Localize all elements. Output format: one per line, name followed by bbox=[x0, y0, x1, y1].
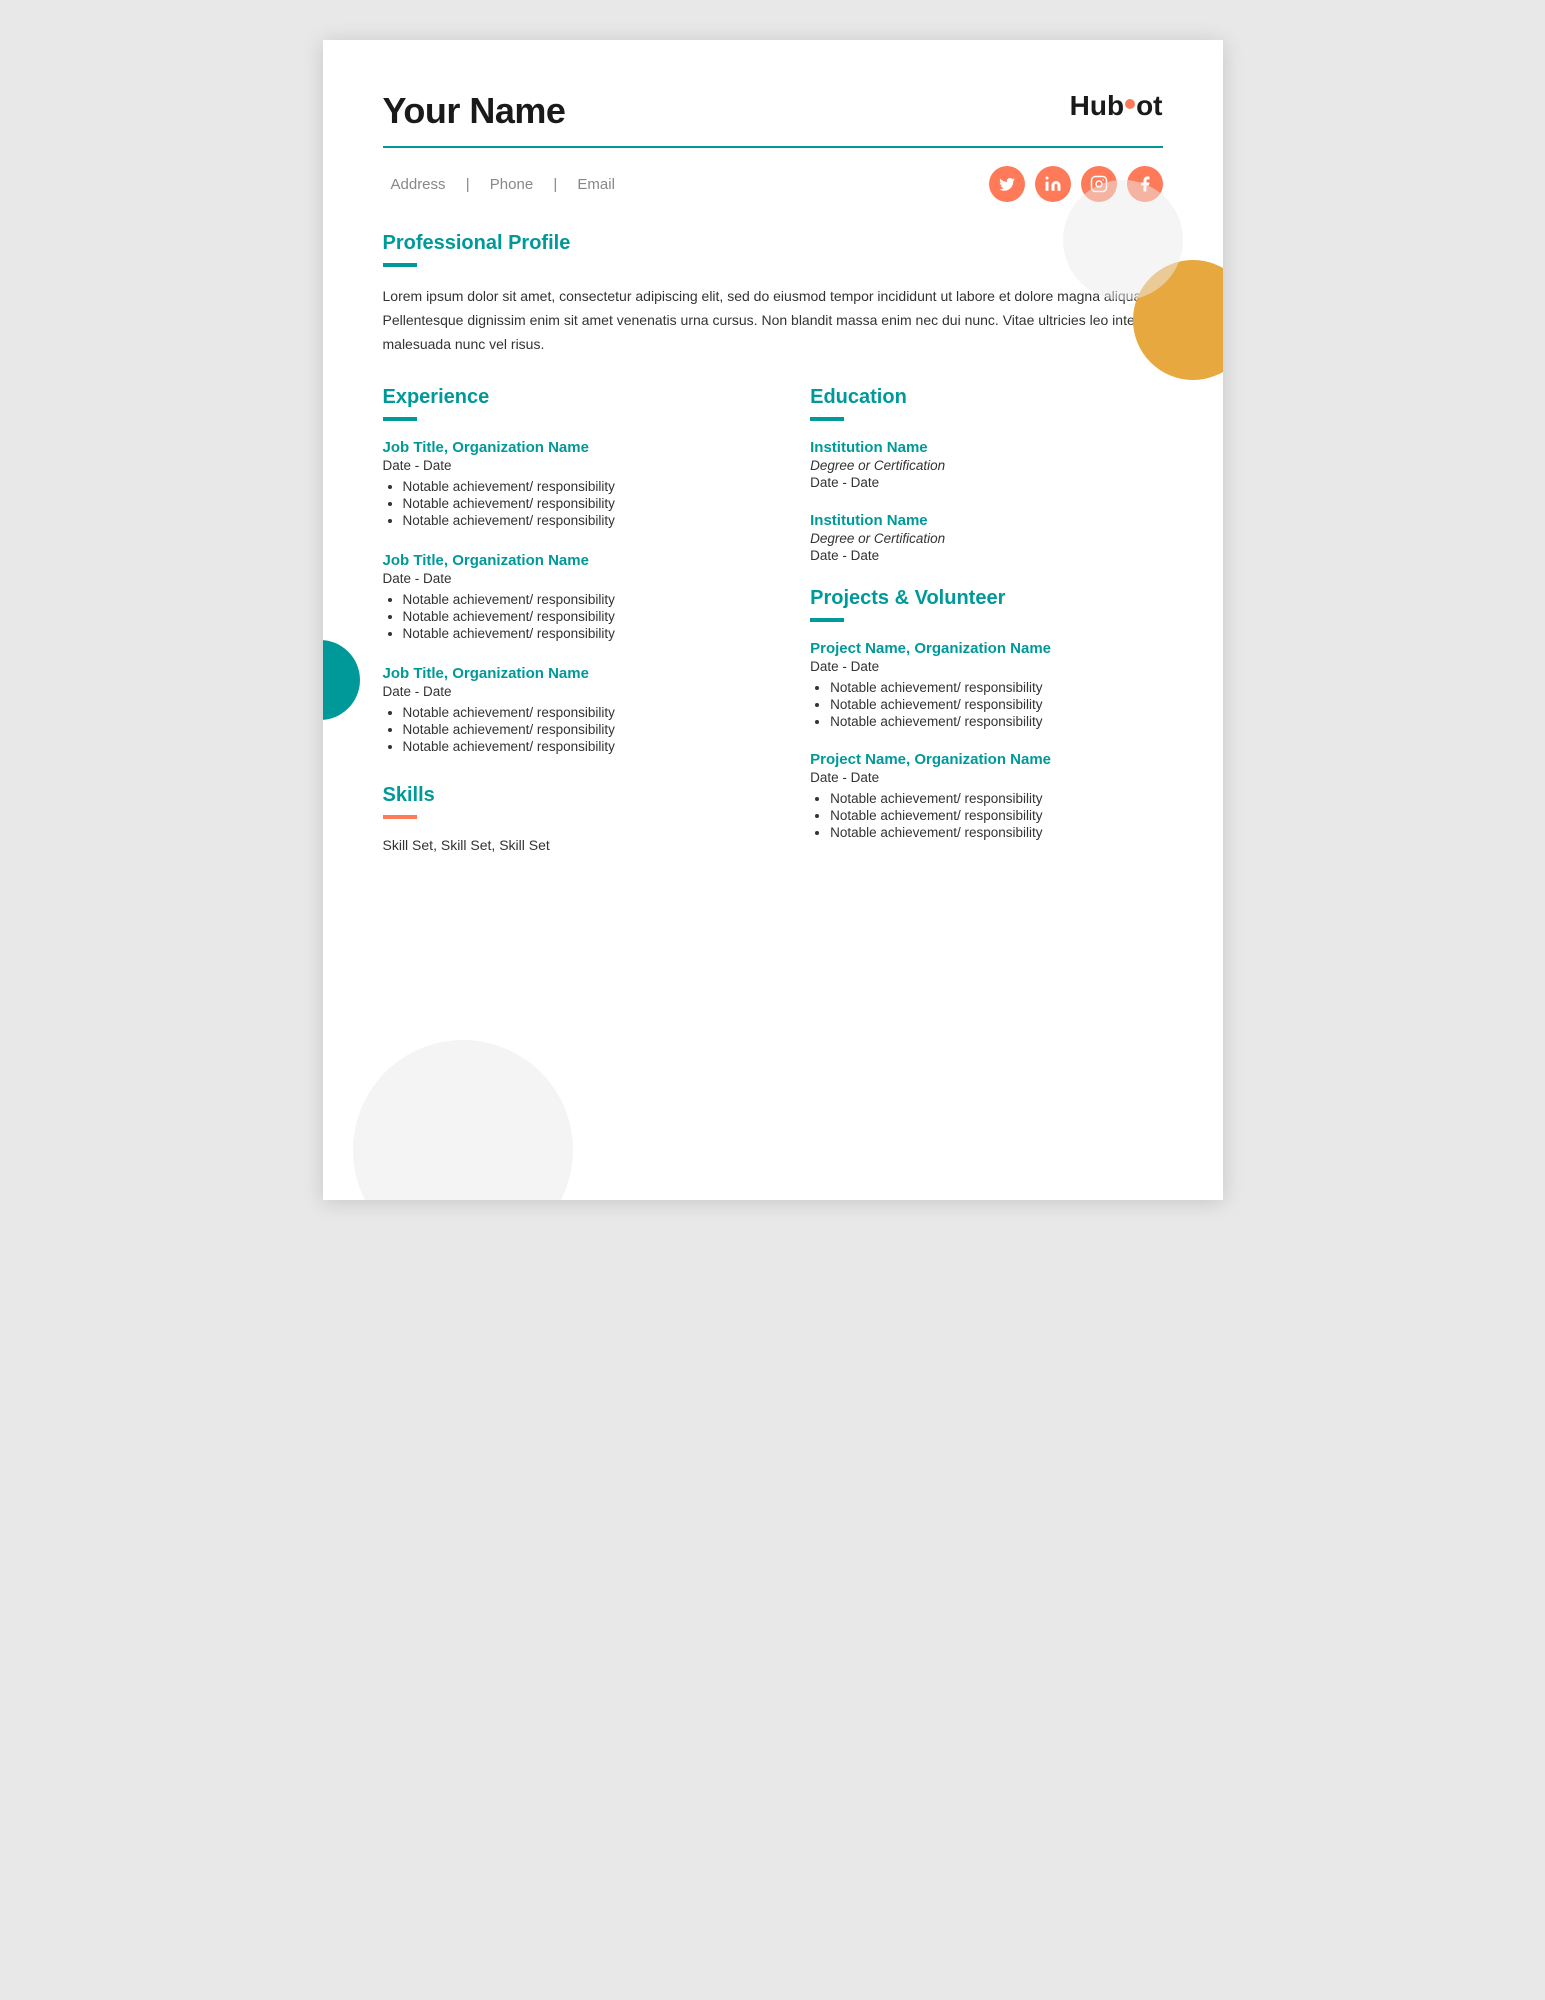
bullet: Notable achievement/ responsibility bbox=[403, 592, 771, 607]
edu-date-1: Date - Date bbox=[810, 475, 1162, 490]
education-underline bbox=[810, 417, 844, 421]
project-title-2: Project Name, Organization Name bbox=[810, 751, 1162, 768]
project-date-2: Date - Date bbox=[810, 770, 1162, 785]
skills-underline bbox=[383, 815, 417, 819]
logo-spot: ot bbox=[1136, 90, 1162, 122]
edu-date-2: Date - Date bbox=[810, 548, 1162, 563]
bullet: Notable achievement/ responsibility bbox=[403, 739, 771, 754]
job-title-1: Job Title, Organization Name bbox=[383, 439, 771, 456]
deco-circle-gray-right bbox=[1063, 180, 1183, 300]
edu-institution-1: Institution Name bbox=[810, 439, 1162, 456]
bullet: Notable achievement/ responsibility bbox=[403, 626, 771, 641]
bullet: Notable achievement/ responsibility bbox=[403, 609, 771, 624]
profile-section: Professional Profile Lorem ipsum dolor s… bbox=[383, 232, 1163, 356]
project-entry-2: Project Name, Organization Name Date - D… bbox=[810, 751, 1162, 840]
job-title-2: Job Title, Organization Name bbox=[383, 552, 771, 569]
experience-underline bbox=[383, 417, 417, 421]
contact-info: Address | Phone | Email bbox=[383, 176, 623, 193]
edu-degree-1: Degree or Certification bbox=[810, 458, 1162, 473]
email-text: Email bbox=[577, 176, 615, 193]
projects-section-title: Projects & Volunteer bbox=[810, 587, 1162, 610]
name-title: Your Name bbox=[383, 90, 566, 132]
deco-circle-gray-bottom bbox=[353, 1040, 573, 1200]
skills-section-title: Skills bbox=[383, 784, 771, 807]
project-bullets-2: Notable achievement/ responsibility Nota… bbox=[810, 791, 1162, 840]
job-entry-2: Job Title, Organization Name Date - Date… bbox=[383, 552, 771, 641]
logo-hub: Hub bbox=[1070, 90, 1124, 122]
header-divider bbox=[383, 146, 1163, 148]
job-date-1: Date - Date bbox=[383, 458, 771, 473]
phone-text: Phone bbox=[490, 176, 533, 193]
job-entry-1: Job Title, Organization Name Date - Date… bbox=[383, 439, 771, 528]
project-title-1: Project Name, Organization Name bbox=[810, 640, 1162, 657]
bullet: Notable achievement/ responsibility bbox=[403, 496, 771, 511]
edu-entry-1: Institution Name Degree or Certification… bbox=[810, 439, 1162, 490]
job-bullets-3: Notable achievement/ responsibility Nota… bbox=[383, 705, 771, 754]
bullet: Notable achievement/ responsibility bbox=[830, 697, 1162, 712]
header: Your Name Hubot bbox=[383, 90, 1163, 132]
skills-text: Skill Set, Skill Set, Skill Set bbox=[383, 837, 771, 853]
pipe-2: | bbox=[553, 176, 557, 193]
job-title-3: Job Title, Organization Name bbox=[383, 665, 771, 682]
projects-section: Projects & Volunteer Project Name, Organ… bbox=[810, 587, 1162, 840]
resume-page: Your Name Hubot Address | Phone | Email bbox=[323, 40, 1223, 1200]
job-entry-3: Job Title, Organization Name Date - Date… bbox=[383, 665, 771, 754]
logo-dot bbox=[1125, 99, 1135, 109]
experience-section-title: Experience bbox=[383, 386, 771, 409]
left-column: Experience Job Title, Organization Name … bbox=[383, 386, 771, 862]
bullet: Notable achievement/ responsibility bbox=[830, 791, 1162, 806]
job-bullets-2: Notable achievement/ responsibility Nota… bbox=[383, 592, 771, 641]
project-date-1: Date - Date bbox=[810, 659, 1162, 674]
job-bullets-1: Notable achievement/ responsibility Nota… bbox=[383, 479, 771, 528]
right-column: Education Institution Name Degree or Cer… bbox=[810, 386, 1162, 862]
bullet: Notable achievement/ responsibility bbox=[403, 705, 771, 720]
edu-institution-2: Institution Name bbox=[810, 512, 1162, 529]
linkedin-icon[interactable] bbox=[1035, 166, 1071, 202]
twitter-icon[interactable] bbox=[989, 166, 1025, 202]
project-entry-1: Project Name, Organization Name Date - D… bbox=[810, 640, 1162, 729]
education-section: Education Institution Name Degree or Cer… bbox=[810, 386, 1162, 563]
profile-section-title: Professional Profile bbox=[383, 232, 1163, 255]
bullet: Notable achievement/ responsibility bbox=[830, 714, 1162, 729]
pipe-1: | bbox=[466, 176, 470, 193]
deco-circle-teal bbox=[323, 640, 360, 720]
bullet: Notable achievement/ responsibility bbox=[830, 680, 1162, 695]
projects-underline bbox=[810, 618, 844, 622]
bullet: Notable achievement/ responsibility bbox=[403, 722, 771, 737]
address-text: Address bbox=[391, 176, 446, 193]
profile-underline bbox=[383, 263, 417, 267]
bullet: Notable achievement/ responsibility bbox=[403, 479, 771, 494]
bullet: Notable achievement/ responsibility bbox=[830, 825, 1162, 840]
skills-section: Skills Skill Set, Skill Set, Skill Set bbox=[383, 784, 771, 853]
profile-text: Lorem ipsum dolor sit amet, consectetur … bbox=[383, 285, 1163, 356]
contact-row: Address | Phone | Email bbox=[383, 166, 1163, 202]
experience-section: Experience Job Title, Organization Name … bbox=[383, 386, 771, 754]
bullet: Notable achievement/ responsibility bbox=[830, 808, 1162, 823]
bullet: Notable achievement/ responsibility bbox=[403, 513, 771, 528]
job-date-2: Date - Date bbox=[383, 571, 771, 586]
hubspot-logo: Hubot bbox=[1070, 90, 1163, 122]
project-bullets-1: Notable achievement/ responsibility Nota… bbox=[810, 680, 1162, 729]
two-column-layout: Experience Job Title, Organization Name … bbox=[383, 386, 1163, 862]
edu-entry-2: Institution Name Degree or Certification… bbox=[810, 512, 1162, 563]
edu-degree-2: Degree or Certification bbox=[810, 531, 1162, 546]
job-date-3: Date - Date bbox=[383, 684, 771, 699]
education-section-title: Education bbox=[810, 386, 1162, 409]
